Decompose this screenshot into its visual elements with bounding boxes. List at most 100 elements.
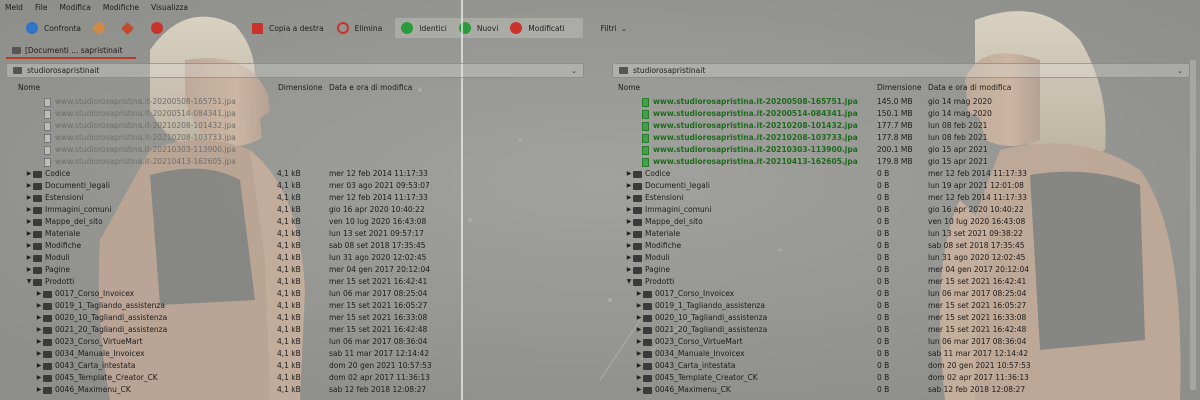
folder-row[interactable]: ▶ Mappe_del_sito 4,1 kB ven 10 lug 2020 16:…	[0, 216, 598, 228]
list-item[interactable]: www.studiorosapristina.it-20210208-10143…	[0, 120, 598, 132]
column-size[interactable]: Dimensione	[278, 83, 322, 92]
list-item[interactable]: www.studiorosapristina.it-20210413-16260…	[0, 156, 598, 168]
expand-arrow-icon[interactable]: ▶	[35, 288, 43, 300]
folder-row[interactable]: ▶ Moduli 0 B lun 31 ago 2020 12:02:45	[606, 252, 1200, 264]
next-change-button[interactable]	[121, 21, 138, 35]
expand-arrow-icon[interactable]: ▶	[635, 312, 643, 324]
expand-arrow-icon[interactable]: ▶	[635, 348, 643, 360]
expand-arrow-icon[interactable]: ▶	[35, 312, 43, 324]
column-name[interactable]: Nome	[18, 83, 40, 92]
folder-row[interactable]: ▼ Prodotti 4,1 kB mer 15 set 2021 16:42:41	[0, 276, 598, 288]
expand-arrow-icon[interactable]: ▶	[635, 384, 643, 396]
left-path-selector[interactable]: studiorosapristinait ⌄	[6, 63, 584, 78]
expand-arrow-icon[interactable]: ▶	[35, 300, 43, 312]
folder-row[interactable]: ▶ 0034_Manuale_Invoicex 4,1 kB sab 11 mar 2…	[0, 348, 598, 360]
folder-row[interactable]: ▶ 0023_Corso_VirtueMart 0 B lun 06 mar 2017…	[606, 336, 1200, 348]
menu-file[interactable]: File	[35, 3, 48, 12]
folder-row[interactable]: ▶ Estensioni 0 B mer 12 feb 2014 11:17:33	[606, 192, 1200, 204]
list-item[interactable]: www.studiorosapristina.it-20200508-16575…	[0, 96, 598, 108]
column-date[interactable]: Data e ora di modifica	[928, 83, 1011, 92]
menu-modifica[interactable]: Modifica	[60, 3, 91, 12]
stop-button[interactable]	[151, 22, 169, 34]
collapse-arrow-icon[interactable]: ▼	[25, 276, 33, 288]
folder-row[interactable]: ▶ 0019_1_Tagliando_assistenza 0 B mer 15 se…	[606, 300, 1200, 312]
expand-arrow-icon[interactable]: ▶	[25, 168, 33, 180]
menu-modifiche[interactable]: Modifiche	[103, 3, 139, 12]
folder-row[interactable]: ▶ 0020_10_Tagliandi_assistenza 4,1 kB mer 1…	[0, 312, 598, 324]
filter-modified-toggle[interactable]: Modificati	[510, 22, 565, 34]
expand-arrow-icon[interactable]: ▶	[25, 252, 33, 264]
list-item[interactable]: www.studiorosapristina.it-20200514-08434…	[606, 108, 1200, 120]
expand-arrow-icon[interactable]: ▶	[635, 372, 643, 384]
folder-row[interactable]: ▶ Estensioni 4,1 kB mer 12 feb 2014 11:17:3…	[0, 192, 598, 204]
folder-row[interactable]: ▶ Modifiche 4,1 kB sab 08 set 2018 17:35:45	[0, 240, 598, 252]
expand-arrow-icon[interactable]: ▶	[625, 192, 633, 204]
folder-row[interactable]: ▶ 0034_Manuale_Invoicex 0 B sab 11 mar 2017…	[606, 348, 1200, 360]
expand-arrow-icon[interactable]: ▶	[25, 180, 33, 192]
folder-row[interactable]: ▼ Prodotti 0 B mer 15 set 2021 16:42:41	[606, 276, 1200, 288]
list-item[interactable]: www.studiorosapristina.it-20200508-16575…	[606, 96, 1200, 108]
expand-arrow-icon[interactable]: ▶	[625, 228, 633, 240]
menu-visualizza[interactable]: Visualizza	[151, 3, 188, 12]
folder-row[interactable]: ▶ 0045_Template_Creator_CK 4,1 kB dom 02 ap…	[0, 372, 598, 384]
expand-arrow-icon[interactable]: ▶	[35, 372, 43, 384]
list-item[interactable]: www.studiorosapristina.it-20200514-08434…	[0, 108, 598, 120]
compare-button[interactable]: Confronta	[26, 22, 81, 34]
folder-row[interactable]: ▶ 0017_Corso_Invoicex 0 B lun 06 mar 2017 0…	[606, 288, 1200, 300]
folder-row[interactable]: ▶ 0045_Template_Creator_CK 0 B dom 02 apr 2…	[606, 372, 1200, 384]
list-item[interactable]: www.studiorosapristina.it-20210413-16260…	[606, 156, 1200, 168]
folder-row[interactable]: ▶ 0019_1_Tagliando_assistenza 4,1 kB mer 15…	[0, 300, 598, 312]
expand-arrow-icon[interactable]: ▶	[25, 264, 33, 276]
expand-arrow-icon[interactable]: ▶	[25, 216, 33, 228]
filters-dropdown[interactable]: Filtri ⌄	[601, 24, 627, 33]
expand-arrow-icon[interactable]: ▶	[35, 360, 43, 372]
folder-row[interactable]: ▶ Pagine 0 B mer 04 gen 2017 20:12:04	[606, 264, 1200, 276]
folder-row[interactable]: ▶ 0023_Corso_VirtueMart 4,1 kB lun 06 mar 2…	[0, 336, 598, 348]
right-path-selector[interactable]: studiorosapristinait ⌄	[612, 63, 1190, 78]
folder-row[interactable]: ▶ 0021_20_Tagliandi_assistenza 4,1 kB mer 1…	[0, 324, 598, 336]
folder-row[interactable]: ▶ Mappe_del_sito 0 B ven 10 lug 2020 16:43:…	[606, 216, 1200, 228]
expand-arrow-icon[interactable]: ▶	[25, 204, 33, 216]
column-size[interactable]: Dimensione	[877, 83, 921, 92]
list-item[interactable]: www.studiorosapristina.it-20210208-10143…	[606, 120, 1200, 132]
folder-row[interactable]: ▶ 0046_Maximenu_CK 4,1 kB sab 12 feb 2018 1…	[0, 384, 598, 396]
expand-arrow-icon[interactable]: ▶	[25, 240, 33, 252]
folder-row[interactable]: ▶ Moduli 4,1 kB lun 31 ago 2020 12:02:45	[0, 252, 598, 264]
folder-row[interactable]: ▶ 0046_Maximenu_CK 0 B sab 12 feb 2018 12:0…	[606, 384, 1200, 396]
folder-row[interactable]: ▶ Documenti_legali 4,1 kB mer 03 ago 2021 0…	[0, 180, 598, 192]
expand-arrow-icon[interactable]: ▶	[625, 168, 633, 180]
folder-row[interactable]: ▶ Materiale 4,1 kB lun 13 set 2021 09:57:17	[0, 228, 598, 240]
folder-row[interactable]: ▶ Materiale 0 B lun 13 set 2021 09:38:22	[606, 228, 1200, 240]
list-item[interactable]: www.studiorosapristina.it-20210303-11390…	[606, 144, 1200, 156]
prev-change-button[interactable]	[91, 20, 110, 36]
column-name[interactable]: Nome	[618, 83, 640, 92]
list-item[interactable]: www.studiorosapristina.it-20210208-10373…	[606, 132, 1200, 144]
folder-row[interactable]: ▶ Immagini_comuni 4,1 kB gio 16 apr 2020 10…	[0, 204, 598, 216]
folder-row[interactable]: ▶ 0043_Carta_intestata 0 B dom 20 gen 2021 …	[606, 360, 1200, 372]
folder-row[interactable]: ▶ 0043_Carta_intestata 4,1 kB dom 20 gen 20…	[0, 360, 598, 372]
expand-arrow-icon[interactable]: ▶	[635, 288, 643, 300]
expand-arrow-icon[interactable]: ▶	[635, 324, 643, 336]
expand-arrow-icon[interactable]: ▶	[625, 204, 633, 216]
expand-arrow-icon[interactable]: ▶	[35, 324, 43, 336]
expand-arrow-icon[interactable]: ▶	[35, 336, 43, 348]
folder-row[interactable]: ▶ Codice 0 B mer 12 feb 2014 11:17:33	[606, 168, 1200, 180]
expand-arrow-icon[interactable]: ▶	[635, 336, 643, 348]
folder-row[interactable]: ▶ Documenti_legali 0 B lun 19 apr 2021 12:0…	[606, 180, 1200, 192]
expand-arrow-icon[interactable]: ▶	[25, 228, 33, 240]
menu-meld[interactable]: Meld	[5, 3, 23, 12]
folder-row[interactable]: ▶ Pagine 4,1 kB mer 04 gen 2017 20:12:04	[0, 264, 598, 276]
column-date[interactable]: Data e ora di modifica	[329, 83, 412, 92]
list-item[interactable]: www.studiorosapristina.it-20210303-11390…	[0, 144, 598, 156]
scrollbar[interactable]	[1190, 60, 1196, 390]
copy-right-button[interactable]: Copia a destra	[252, 22, 324, 34]
filter-new-toggle[interactable]: Nuovi	[458, 22, 498, 34]
expand-arrow-icon[interactable]: ▶	[625, 216, 633, 228]
folder-row[interactable]: ▶ Codice 4,1 kB mer 12 feb 2014 11:17:33	[0, 168, 598, 180]
folder-row[interactable]: ▶ Modifiche 0 B sab 08 set 2018 17:35:45	[606, 240, 1200, 252]
expand-arrow-icon[interactable]: ▶	[25, 192, 33, 204]
folder-row[interactable]: ▶ 0017_Corso_Invoicex 4,1 kB lun 06 mar 201…	[0, 288, 598, 300]
expand-arrow-icon[interactable]: ▶	[625, 252, 633, 264]
expand-arrow-icon[interactable]: ▶	[35, 348, 43, 360]
collapse-arrow-icon[interactable]: ▼	[625, 276, 633, 288]
